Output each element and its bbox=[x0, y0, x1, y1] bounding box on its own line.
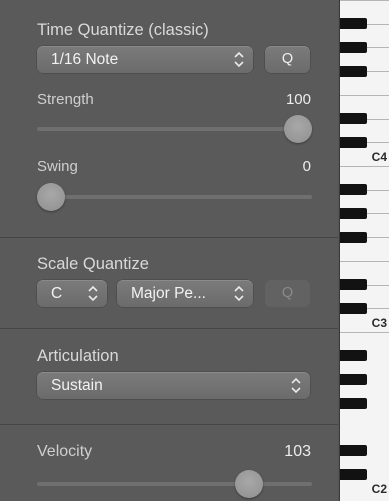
scale-quantize-title: Scale Quantize bbox=[37, 255, 149, 273]
articulation-title: Articulation bbox=[37, 347, 119, 365]
articulation-label: Sustain bbox=[51, 377, 103, 394]
black-key[interactable] bbox=[340, 398, 367, 409]
swing-label: Swing bbox=[37, 158, 78, 175]
white-key-separator bbox=[340, 332, 389, 333]
black-key[interactable] bbox=[340, 18, 367, 29]
strength-slider-track[interactable] bbox=[37, 127, 312, 131]
black-key[interactable] bbox=[340, 374, 367, 385]
key-label-c4: C4 bbox=[371, 150, 387, 164]
black-key[interactable] bbox=[340, 469, 367, 480]
black-key[interactable] bbox=[340, 113, 367, 124]
white-key-separator bbox=[340, 166, 389, 167]
black-key[interactable] bbox=[340, 208, 367, 219]
velocity-slider-knob[interactable] bbox=[234, 470, 263, 498]
chevron-updown-icon bbox=[88, 285, 98, 302]
chevron-updown-icon bbox=[234, 51, 244, 68]
velocity-label: Velocity bbox=[37, 443, 93, 460]
scale-root-label: C bbox=[51, 285, 63, 302]
strength-value: 100 bbox=[285, 91, 311, 108]
key-label-c2: C2 bbox=[371, 482, 387, 496]
section-divider bbox=[0, 424, 338, 425]
section-divider bbox=[0, 237, 338, 238]
strength-label: Strength bbox=[37, 91, 94, 108]
scale-quantize-q-button[interactable]: Q bbox=[265, 280, 310, 307]
black-key[interactable] bbox=[340, 184, 367, 195]
black-key[interactable] bbox=[340, 279, 367, 290]
white-key-separator bbox=[340, 95, 389, 96]
black-key[interactable] bbox=[340, 66, 367, 77]
section-divider bbox=[0, 328, 338, 329]
piano-keyboard[interactable]: C4 C3 C2 bbox=[339, 0, 389, 501]
key-label-c3: C3 bbox=[371, 316, 387, 330]
black-key[interactable] bbox=[340, 350, 367, 361]
black-key[interactable] bbox=[340, 445, 367, 456]
time-quantize-title: Time Quantize (classic) bbox=[37, 21, 209, 39]
velocity-value: 103 bbox=[284, 443, 311, 460]
black-key[interactable] bbox=[340, 137, 367, 148]
scale-type-label: Major Pe... bbox=[131, 285, 206, 302]
time-quantize-q-button[interactable]: Q bbox=[265, 46, 310, 73]
chevron-updown-icon bbox=[291, 377, 301, 394]
black-key[interactable] bbox=[340, 303, 367, 314]
note-value-label: 1/16 Note bbox=[51, 51, 119, 68]
white-key-separator bbox=[340, 261, 389, 262]
scale-root-popup[interactable]: C bbox=[37, 280, 107, 307]
strength-slider-knob[interactable] bbox=[284, 115, 312, 143]
velocity-slider-track[interactable] bbox=[37, 482, 312, 486]
black-key[interactable] bbox=[340, 42, 367, 53]
chevron-updown-icon bbox=[234, 285, 244, 302]
swing-slider-knob[interactable] bbox=[37, 183, 65, 211]
black-key[interactable] bbox=[340, 232, 367, 243]
swing-slider-track[interactable] bbox=[37, 195, 312, 199]
inspector-panel: Time Quantize (classic) 1/16 Note Q Stre… bbox=[0, 0, 338, 501]
note-value-popup[interactable]: 1/16 Note bbox=[37, 46, 253, 73]
swing-value: 0 bbox=[302, 158, 311, 175]
scale-type-popup[interactable]: Major Pe... bbox=[117, 280, 253, 307]
articulation-popup[interactable]: Sustain bbox=[37, 372, 310, 399]
white-key-separator bbox=[340, 0, 389, 1]
